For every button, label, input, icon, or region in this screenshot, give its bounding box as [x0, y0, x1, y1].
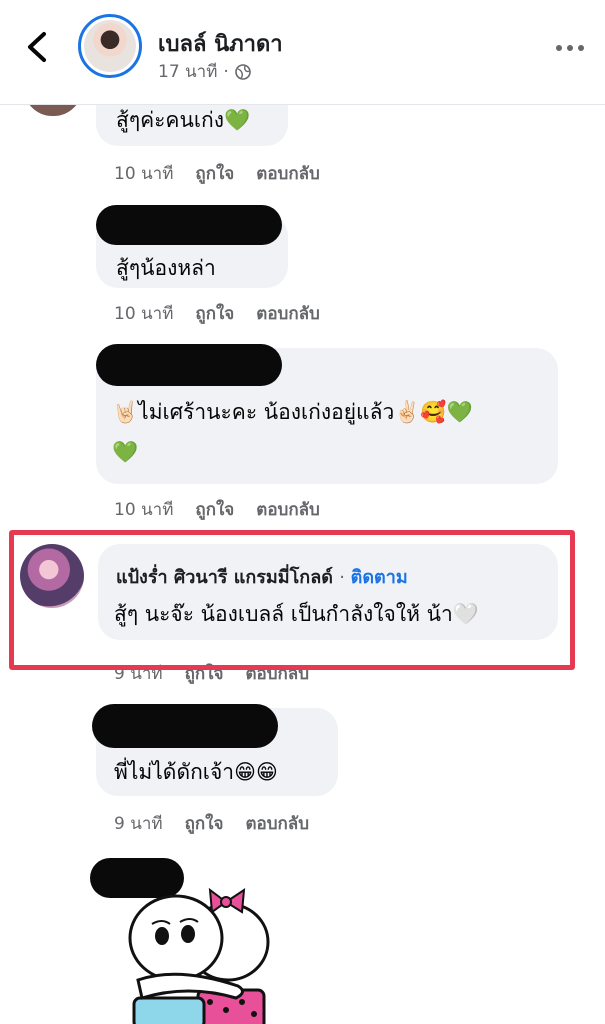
comment-text: สู้ๆค่ะคนเก่ง💚: [116, 108, 251, 132]
comment-time: 9 นาที: [114, 814, 163, 834]
page-avatar[interactable]: [78, 14, 142, 78]
like-button[interactable]: ถูกใจ: [185, 810, 224, 837]
comment-actions: 10 นาที ถูกใจ ตอบกลับ: [114, 300, 320, 327]
reply-button[interactable]: ตอบกลับ: [256, 300, 320, 327]
reply-button[interactable]: ตอบกลับ: [245, 810, 309, 837]
comment-text: สู้ๆน้องหล่า: [116, 256, 216, 280]
reply-button[interactable]: ตอบกลับ: [256, 160, 320, 187]
redacted-name: [96, 344, 282, 386]
more-horizontal-icon[interactable]: [555, 44, 585, 52]
comment-text: 💚: [112, 440, 139, 464]
like-button[interactable]: ถูกใจ: [195, 300, 234, 327]
comment-time: 10 นาที: [114, 304, 174, 324]
comment-text: พี่ไม่ได้ดักเจ้า😁😁: [114, 760, 278, 784]
redacted-name: [92, 704, 278, 748]
comment-text: 🤘🏻ไม่เศร้านะคะ น้องเก่งอยู่แล้ว✌🏻🥰💚: [112, 400, 473, 424]
like-button[interactable]: ถูกใจ: [195, 496, 234, 523]
highlight-box: [9, 530, 575, 670]
post-header: เบลล์ นิภาดา 17 นาที ·: [0, 0, 605, 105]
reply-button[interactable]: ตอบกลับ: [256, 496, 320, 523]
comment-actions: 10 นาที ถูกใจ ตอบกลับ: [114, 160, 320, 187]
hug-sticker: [128, 887, 270, 1024]
post-meta: 17 นาที ·: [158, 58, 251, 85]
globe-icon: [235, 63, 251, 80]
comment-time: 10 นาที: [114, 500, 174, 520]
comment-actions: 10 นาที ถูกใจ ตอบกลับ: [114, 496, 320, 523]
comment-actions: 9 นาที ถูกใจ ตอบกลับ: [114, 810, 309, 837]
redacted-name: [96, 205, 282, 245]
like-button[interactable]: ถูกใจ: [195, 160, 234, 187]
page-name[interactable]: เบลล์ นิภาดา: [158, 26, 283, 61]
post-time: 17 นาที: [158, 62, 218, 82]
comment-time: 10 นาที: [114, 164, 174, 184]
back-icon[interactable]: [24, 30, 52, 64]
